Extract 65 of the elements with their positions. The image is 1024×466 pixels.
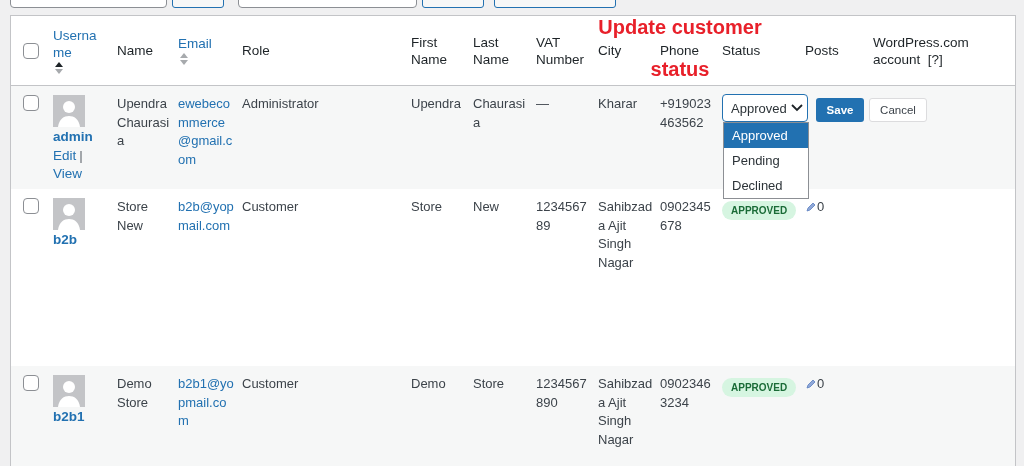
- table-cell-text: Upendra: [411, 95, 462, 113]
- table-cell-text: Demo Store: [117, 375, 153, 412]
- column-header[interactable]: Email: [178, 35, 236, 52]
- chevron-down-icon[interactable]: [791, 104, 803, 112]
- checkbox[interactable]: [23, 95, 39, 111]
- table-cell-text: 123456789: [536, 198, 588, 235]
- column-header: Status: [722, 42, 762, 59]
- save-button[interactable]: Save: [816, 98, 864, 122]
- column-header: First Name: [411, 33, 448, 68]
- table-cell-text: Upendra Chaurasia: [117, 95, 171, 150]
- table-cell-text: 1234567890: [536, 375, 588, 412]
- avatar-icon: [53, 95, 85, 127]
- status-badge: APPROVED: [722, 378, 797, 397]
- view-link[interactable]: View: [53, 165, 83, 183]
- table-cell-text: Kharar: [598, 95, 639, 113]
- table-cell-text: +919023463562: [660, 95, 712, 132]
- pencil-icon[interactable]: [805, 378, 817, 391]
- checkbox[interactable]: [23, 375, 39, 391]
- column-header: Phone: [660, 42, 701, 59]
- table-cell-text: Customer: [242, 375, 300, 393]
- table-cell-text: Sahibzada Ajit Singh Nagar: [598, 198, 654, 272]
- sort-icon[interactable]: [54, 60, 64, 75]
- email-link[interactable]: b2b1@yopmail.com: [178, 375, 242, 431]
- table-cell-text: —: [536, 95, 550, 113]
- table-cell-text: Store New: [117, 198, 150, 235]
- status-badge: APPROVED: [722, 201, 797, 220]
- table-cell-text: Customer: [242, 198, 300, 216]
- table-cell-text: Chaurasia: [473, 95, 527, 132]
- table-cell-text: Store: [473, 375, 506, 393]
- cancel-button[interactable]: Cancel: [869, 98, 927, 122]
- pencil-icon[interactable]: [805, 201, 817, 214]
- column-header: VAT Number: [536, 33, 585, 68]
- column-header: Name: [117, 42, 154, 59]
- table-cell-text: Administrator: [242, 95, 320, 113]
- dropdown-option[interactable]: Approved: [724, 123, 808, 148]
- column-header: Posts: [805, 42, 840, 59]
- status-dropdown[interactable]: Approved: [722, 94, 808, 122]
- separator: |: [79, 147, 83, 165]
- table-cell-text: Store: [411, 198, 444, 216]
- column-header: Role: [242, 42, 271, 59]
- dropdown-option[interactable]: Declined: [724, 173, 808, 198]
- avatar-icon: [53, 198, 85, 230]
- username-link[interactable]: b2b1: [53, 407, 85, 427]
- post-count[interactable]: 0: [817, 375, 825, 394]
- email-link[interactable]: b2b@yopmail.com: [178, 198, 242, 235]
- username-link[interactable]: b2b: [53, 230, 77, 250]
- column-header: City: [598, 42, 623, 59]
- annotation-text: Update customer: [598, 16, 762, 38]
- post-count[interactable]: 0: [817, 198, 825, 217]
- edit-link[interactable]: Edit: [53, 147, 77, 165]
- checkbox[interactable]: [23, 198, 39, 214]
- table-cell-text: Sahibzada Ajit Singh Nagar: [598, 375, 654, 449]
- avatar-icon: [53, 375, 85, 407]
- column-header: WordPress.com account [?]: [873, 33, 970, 68]
- username-link[interactable]: admin: [53, 127, 93, 147]
- column-header[interactable]: Username: [53, 26, 111, 61]
- table-cell-text: 0902345678: [660, 198, 712, 235]
- annotation-text: status: [650, 58, 710, 80]
- checkbox[interactable]: [23, 42, 39, 59]
- table-cell-text: Demo: [411, 375, 447, 393]
- column-header: Last Name: [473, 33, 510, 68]
- table-cell-text: New: [473, 198, 500, 216]
- table-cell-text: 09023463234: [660, 375, 712, 412]
- dropdown-option[interactable]: Pending: [724, 148, 808, 173]
- email-link[interactable]: ewebecommerce@gmail.com: [178, 95, 242, 169]
